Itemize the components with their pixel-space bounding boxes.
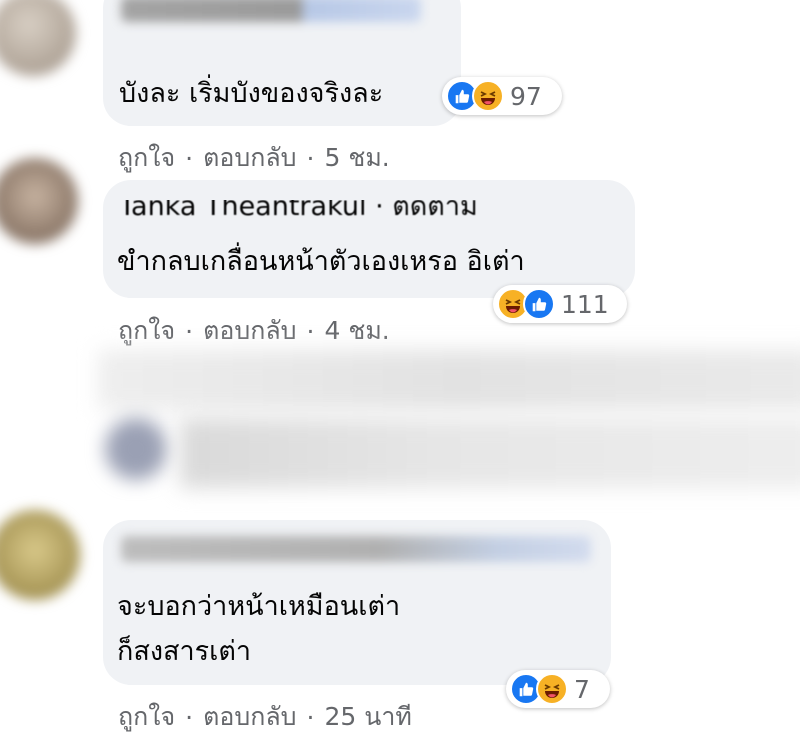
- haha-icon: [536, 673, 568, 705]
- comment-actions: ถูกใจ · ตอบกลับ · 25 นาที: [118, 697, 412, 737]
- dot-separator: ·: [306, 143, 315, 173]
- comment-text: ขำกลบเกลื่อนหน้าตัวเองเหรอ อิเต่า: [117, 246, 525, 277]
- comment-timestamp[interactable]: 4 ชม.: [325, 311, 390, 351]
- blurred-comment-region: [180, 418, 800, 488]
- comment-text-line-2: ก็สงสารเต่า: [117, 636, 252, 667]
- dot-separator: ·: [185, 143, 194, 173]
- dot-separator: ·: [306, 316, 315, 346]
- avatar[interactable]: [0, 158, 78, 244]
- reply-link[interactable]: ตอบกลับ: [203, 138, 296, 178]
- comment-text-line-1: จะบอกว่าหน้าเหมือนเต่า: [117, 591, 401, 622]
- reaction-summary[interactable]: 111: [493, 285, 627, 323]
- dot-separator: ·: [185, 702, 194, 732]
- reply-link[interactable]: ตอบกลับ: [203, 697, 296, 737]
- avatar-blurred: [105, 418, 167, 480]
- dot-separator: ·: [185, 316, 194, 346]
- comment-author-partial[interactable]: Tanka Theantrakul · ติดตาม: [119, 200, 539, 220]
- reaction-summary[interactable]: 97: [442, 77, 562, 115]
- comment-author-name: Tanka Theantrakul · ติดตาม: [119, 200, 478, 220]
- like-icon: [523, 288, 555, 320]
- reaction-count: 7: [574, 674, 590, 704]
- comment-timestamp[interactable]: 25 นาที: [325, 697, 412, 737]
- reply-link[interactable]: ตอบกลับ: [203, 311, 296, 351]
- avatar[interactable]: [0, 0, 76, 76]
- like-link[interactable]: ถูกใจ: [118, 697, 175, 737]
- comment-bubble: Tanka Theantrakul · ติดตาม ขำกลบเกลื่อนห…: [103, 180, 635, 298]
- reaction-count: 97: [510, 81, 542, 111]
- comment-actions: ถูกใจ · ตอบกลับ · 5 ชม.: [118, 138, 390, 178]
- blurred-comment-region: [98, 350, 800, 410]
- comment-author-blurred[interactable]: [121, 536, 591, 562]
- comment-actions: ถูกใจ · ตอบกลับ · 4 ชม.: [118, 311, 390, 351]
- like-link[interactable]: ถูกใจ: [118, 311, 175, 351]
- avatar[interactable]: [0, 510, 80, 600]
- comment-bubble: บังละ เริ่มบังของจริงละ: [103, 0, 461, 126]
- comment-bubble: จะบอกว่าหน้าเหมือนเต่า ก็สงสารเต่า: [103, 520, 611, 685]
- reaction-count: 111: [561, 289, 609, 319]
- comment-timestamp[interactable]: 5 ชม.: [325, 138, 390, 178]
- dot-separator: ·: [306, 702, 315, 732]
- comment-author-blurred[interactable]: [121, 0, 421, 22]
- like-link[interactable]: ถูกใจ: [118, 138, 175, 178]
- haha-icon: [472, 80, 504, 112]
- comment-text: บังละ เริ่มบังของจริงละ: [119, 78, 384, 109]
- reaction-summary[interactable]: 7: [506, 670, 610, 708]
